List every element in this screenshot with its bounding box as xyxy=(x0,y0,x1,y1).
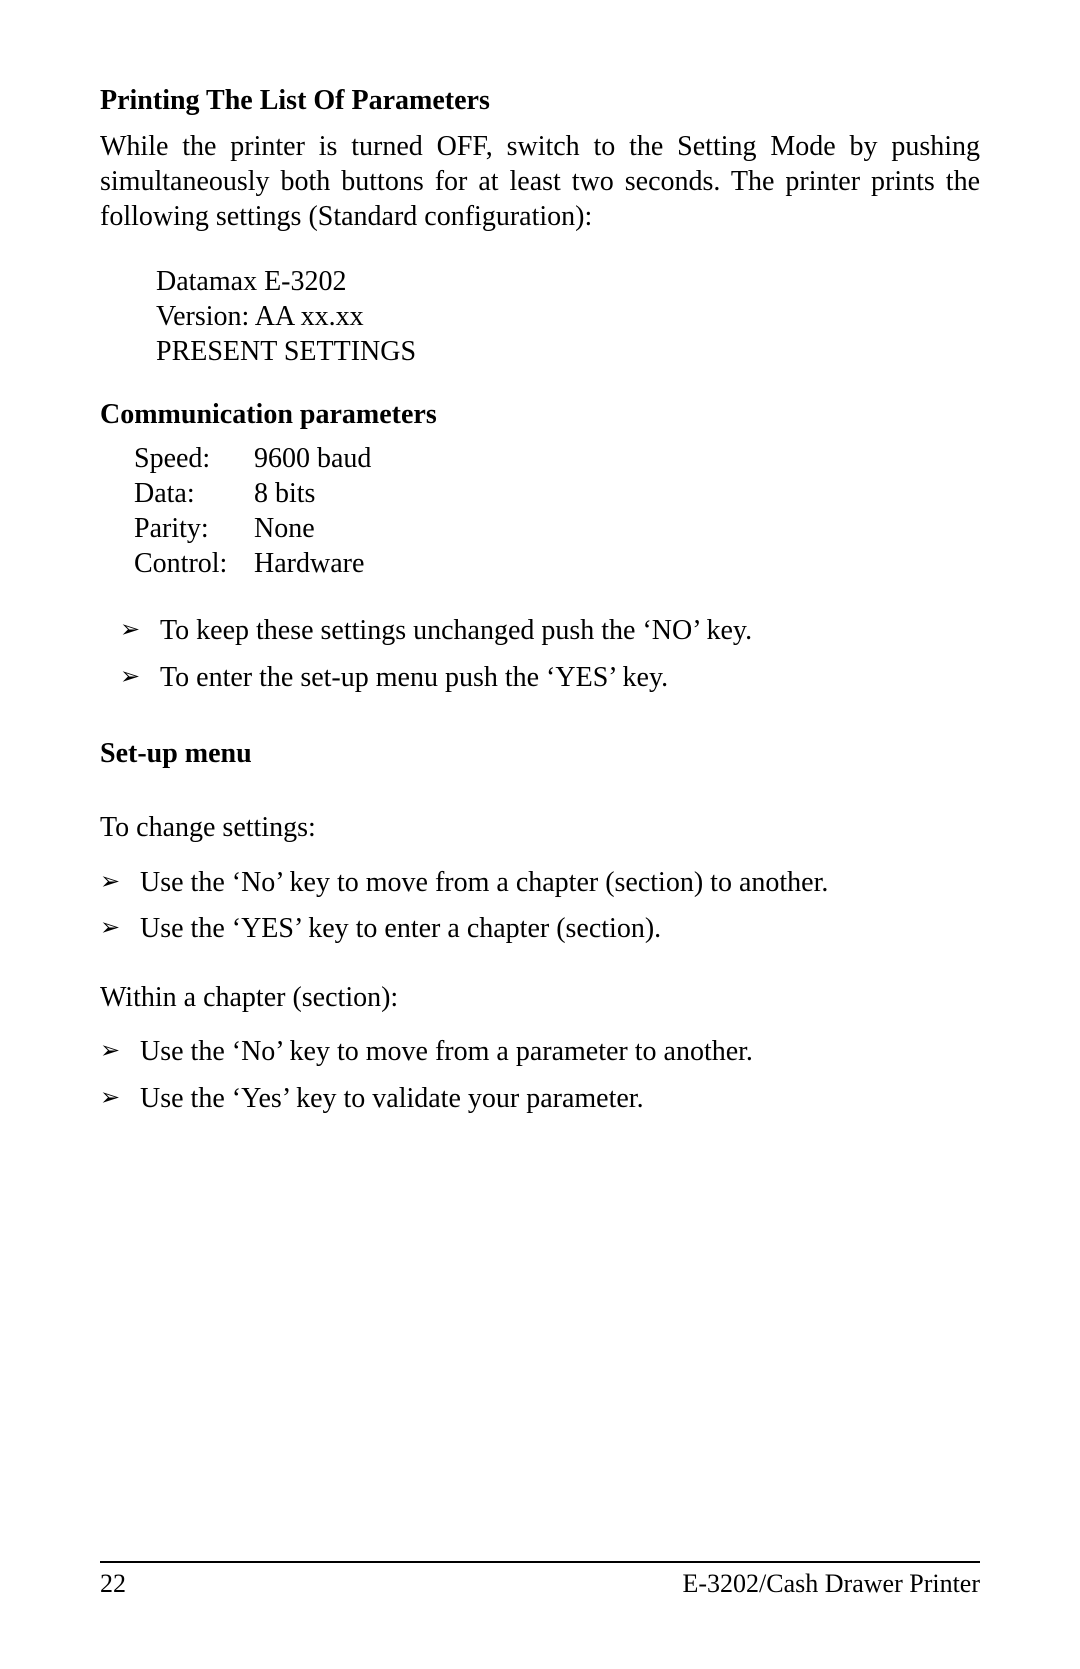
footer-divider xyxy=(100,1561,980,1563)
arrow-icon: ➢ xyxy=(100,1079,140,1116)
arrow-icon: ➢ xyxy=(100,909,140,946)
param-label: Speed: xyxy=(134,441,254,476)
change-settings-list: ➢ Use the ‘No’ key to move from a chapte… xyxy=(100,863,980,950)
within-chapter-text: Within a chapter (section): xyxy=(100,980,980,1016)
param-row-parity: Parity: None xyxy=(134,511,980,546)
printer-model-line: Datamax E-3202 xyxy=(156,264,980,299)
param-label: Control: xyxy=(134,546,254,581)
param-value: None xyxy=(254,511,315,546)
page-footer: 22 E-3202/Cash Drawer Printer xyxy=(100,1561,980,1599)
list-item-text: To keep these settings unchanged push th… xyxy=(160,611,980,652)
page-number: 22 xyxy=(100,1569,126,1599)
list-item-text: To enter the set-up menu push the ‘YES’ … xyxy=(160,658,980,699)
page-content: Printing The List Of Parameters While th… xyxy=(100,85,980,1119)
list-item: ➢ To enter the set-up menu push the ‘YES… xyxy=(120,658,980,699)
list-item: ➢ Use the ‘Yes’ key to validate your par… xyxy=(100,1079,980,1120)
list-item-text: Use the ‘YES’ key to enter a chapter (se… xyxy=(140,909,980,950)
list-item: ➢ To keep these settings unchanged push … xyxy=(120,611,980,652)
printer-present-settings-line: PRESENT SETTINGS xyxy=(156,334,980,369)
list-item-text: Use the ‘No’ key to move from a chapter … xyxy=(140,863,980,904)
list-item: ➢ Use the ‘No’ key to move from a chapte… xyxy=(100,863,980,904)
within-chapter-list: ➢ Use the ‘No’ key to move from a parame… xyxy=(100,1032,980,1119)
arrow-icon: ➢ xyxy=(100,863,140,900)
param-label: Data: xyxy=(134,476,254,511)
to-change-settings-text: To change settings: xyxy=(100,810,980,846)
intro-paragraph: While the printer is turned OFF, switch … xyxy=(100,129,980,234)
list-item: ➢ Use the ‘No’ key to move from a parame… xyxy=(100,1032,980,1073)
footer-row: 22 E-3202/Cash Drawer Printer xyxy=(100,1569,980,1599)
printer-output-block: Datamax E-3202 Version: AA xx.xx PRESENT… xyxy=(156,264,980,369)
heading-printing-list: Printing The List Of Parameters xyxy=(100,85,980,117)
param-row-control: Control: Hardware xyxy=(134,546,980,581)
arrow-icon: ➢ xyxy=(100,1032,140,1069)
arrow-icon: ➢ xyxy=(120,658,160,695)
list-item: ➢ Use the ‘YES’ key to enter a chapter (… xyxy=(100,909,980,950)
param-row-data: Data: 8 bits xyxy=(134,476,980,511)
communication-params-table: Speed: 9600 baud Data: 8 bits Parity: No… xyxy=(134,441,980,581)
list-item-text: Use the ‘Yes’ key to validate your param… xyxy=(140,1079,980,1120)
key-instructions-list: ➢ To keep these settings unchanged push … xyxy=(120,611,980,698)
arrow-icon: ➢ xyxy=(120,611,160,648)
printer-version-line: Version: AA xx.xx xyxy=(156,299,980,334)
list-item-text: Use the ‘No’ key to move from a paramete… xyxy=(140,1032,980,1073)
heading-communication-parameters: Communication parameters xyxy=(100,399,980,431)
footer-title: E-3202/Cash Drawer Printer xyxy=(683,1569,980,1599)
heading-setup-menu: Set-up menu xyxy=(100,738,980,770)
param-value: 9600 baud xyxy=(254,441,371,476)
param-value: 8 bits xyxy=(254,476,315,511)
param-row-speed: Speed: 9600 baud xyxy=(134,441,980,476)
param-label: Parity: xyxy=(134,511,254,546)
param-value: Hardware xyxy=(254,546,364,581)
